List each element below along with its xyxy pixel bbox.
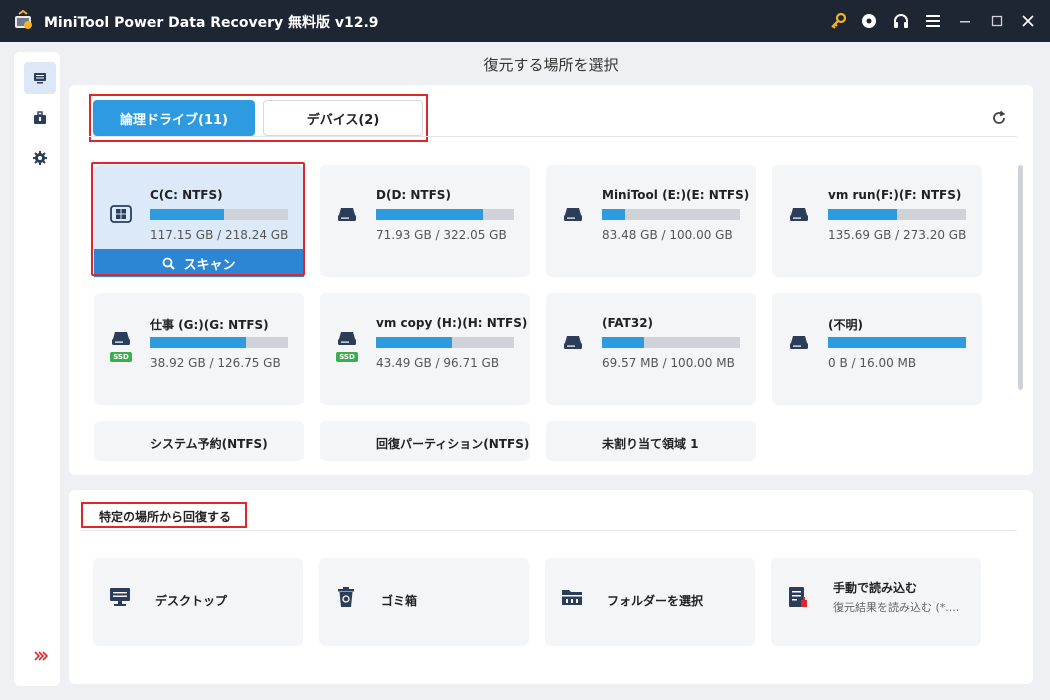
usage-bar <box>150 337 288 348</box>
specific-location-panel: 特定の場所から回復する デスクトップ ゴミ箱 フォルダーを選択 手動で読み込む … <box>69 490 1033 684</box>
usage-bar-fill <box>376 337 452 348</box>
selected-drive-highlight-outline <box>91 162 305 276</box>
drive-name: 回復パーティション(NTFS) <box>376 437 530 451</box>
location-label: ゴミ箱 <box>381 594 418 608</box>
drive-name: 仕事 (G:)(G: NTFS) <box>150 318 269 332</box>
left-sidebar <box>14 52 60 686</box>
drive-name: システム予約(NTFS) <box>150 437 268 451</box>
usage-bar <box>828 337 966 348</box>
drive-list-scrollbar[interactable] <box>1018 165 1023 390</box>
usage-bar <box>376 209 514 220</box>
location-label: 手動で読み込む <box>833 581 918 595</box>
usage-bar <box>376 337 514 348</box>
usage-bar-fill <box>828 209 898 220</box>
recycle-bin-icon <box>338 587 354 607</box>
heading-highlight-outline <box>81 502 247 528</box>
refresh-icon[interactable] <box>989 108 1009 128</box>
drive-name: 未割り当て領域 1 <box>602 437 699 451</box>
drive-size: 135.69 GB / 273.20 GB <box>828 228 967 242</box>
drive-card-fat32[interactable]: (FAT32) 69.57 MB / 100.00 MB <box>546 293 756 405</box>
drive-name: (FAT32) <box>602 316 654 330</box>
window-title: MiniTool Power Data Recovery 無料版 v12.9 <box>44 15 379 31</box>
usage-bar-fill <box>602 337 644 348</box>
sidebar-item-settings[interactable] <box>24 142 56 174</box>
tab-divider <box>89 136 1017 137</box>
headset-icon[interactable] <box>891 11 911 31</box>
media-icon[interactable] <box>859 11 879 31</box>
drive-icon <box>564 208 582 221</box>
drive-card-d[interactable]: D(D: NTFS) 71.93 GB / 322.05 GB <box>320 165 530 277</box>
location-select-folder[interactable]: フォルダーを選択 <box>545 558 755 646</box>
tabs-highlight-outline <box>89 94 428 142</box>
page-title: 復元する場所を選択 <box>483 56 619 74</box>
double-chevron-right-icon[interactable] <box>33 649 49 663</box>
location-label: デスクトップ <box>155 594 228 608</box>
drive-name: MiniTool (E:)(E: NTFS) <box>602 188 750 202</box>
drive-name: vm run(F:)(F: NTFS) <box>828 188 962 202</box>
location-sublabel: 復元結果を読み込む (*.... <box>833 601 960 614</box>
logical-drives-panel: 論理ドライブ(11) デバイス(2) C(C: NTFS) 117.15 GB … <box>69 85 1033 475</box>
drive-card-g[interactable]: SSD 仕事 (G:)(G: NTFS) 38.92 GB / 126.75 G… <box>94 293 304 405</box>
section-divider <box>81 530 1017 531</box>
drive-size: 0 B / 16.00 MB <box>828 356 917 370</box>
location-label: フォルダーを選択 <box>607 594 704 608</box>
drive-size: 71.93 GB / 322.05 GB <box>376 228 507 242</box>
drive-size: 83.48 GB / 100.00 GB <box>602 228 733 242</box>
menu-icon[interactable] <box>923 11 943 31</box>
usage-bar-fill <box>602 209 625 220</box>
sidebar-item-toolbox[interactable] <box>24 102 56 134</box>
usage-bar <box>602 209 740 220</box>
drive-size: 69.57 MB / 100.00 MB <box>602 356 735 370</box>
ssd-badge: SSD <box>336 352 358 362</box>
close-icon[interactable] <box>1018 11 1038 31</box>
folder-icon <box>562 590 582 605</box>
drive-name: (不明) <box>828 318 863 332</box>
drive-name: vm copy (H:)(H: NTFS) <box>376 316 528 330</box>
drive-card-h[interactable]: SSD vm copy (H:)(H: NTFS) 43.49 GB / 96.… <box>320 293 530 405</box>
monitor-icon <box>34 73 46 84</box>
minimize-icon[interactable] <box>955 11 975 31</box>
app-logo-icon <box>15 10 32 29</box>
drive-icon <box>338 208 356 221</box>
drive-card-e[interactable]: MiniTool (E:)(E: NTFS) 83.48 GB / 100.00… <box>546 165 756 277</box>
desktop-icon <box>110 588 130 606</box>
gear-icon <box>33 151 47 165</box>
key-icon[interactable] <box>829 11 849 31</box>
title-bar: MiniTool Power Data Recovery 無料版 v12.9 <box>0 0 1050 42</box>
maximize-icon[interactable] <box>987 11 1007 31</box>
usage-bar-fill <box>828 337 966 348</box>
drive-icon <box>790 336 808 349</box>
location-desktop[interactable]: デスクトップ <box>93 558 303 646</box>
drive-icon <box>790 208 808 221</box>
usage-bar <box>602 337 740 348</box>
ssd-badge: SSD <box>110 352 132 362</box>
toolbox-icon <box>34 111 46 124</box>
drive-icon <box>338 332 356 345</box>
drive-size: 43.49 GB / 96.71 GB <box>376 356 500 370</box>
manual-load-icon <box>789 587 807 607</box>
sidebar-item-this-pc[interactable] <box>24 62 56 94</box>
usage-bar-fill <box>150 337 246 348</box>
usage-bar-fill <box>376 209 484 220</box>
drive-card-system-reserved[interactable]: システム予約(NTFS) <box>94 421 304 461</box>
drive-card-f[interactable]: vm run(F:)(F: NTFS) 135.69 GB / 273.20 G… <box>772 165 982 277</box>
drive-card-recovery-partition[interactable]: 回復パーティション(NTFS) <box>320 421 530 461</box>
drive-card-unallocated[interactable]: 未割り当て領域 1 <box>546 421 756 461</box>
drive-icon <box>564 336 582 349</box>
drive-icon <box>112 332 130 345</box>
drive-size: 38.92 GB / 126.75 GB <box>150 356 281 370</box>
drive-card-unknown[interactable]: (不明) 0 B / 16.00 MB <box>772 293 982 405</box>
location-recycle-bin[interactable]: ゴミ箱 <box>319 558 529 646</box>
usage-bar <box>828 209 966 220</box>
location-manual-load[interactable]: 手動で読み込む 復元結果を読み込む (*.... <box>771 558 981 646</box>
drive-name: D(D: NTFS) <box>376 188 451 202</box>
